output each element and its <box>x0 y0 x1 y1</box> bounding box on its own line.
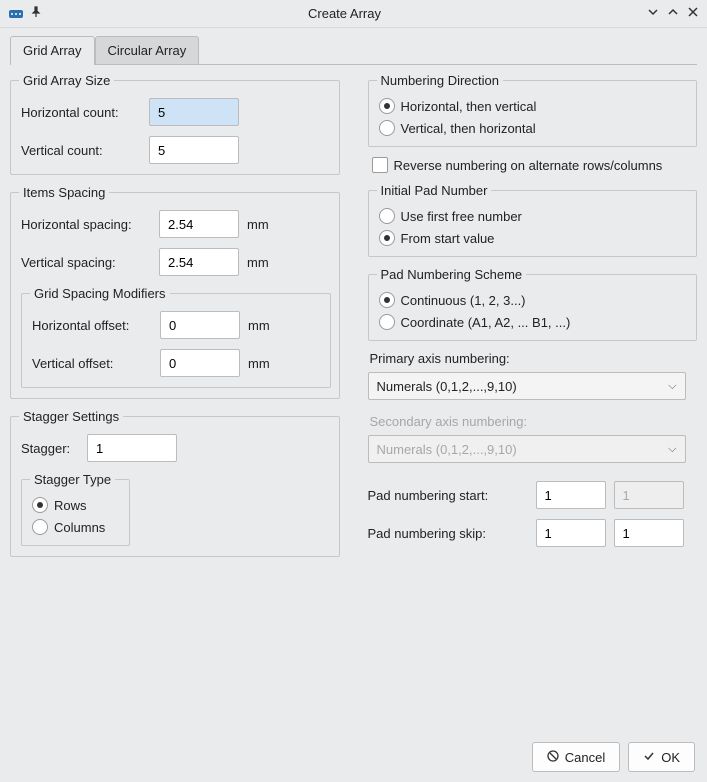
input-start-2 <box>614 481 684 509</box>
radio-icon <box>379 120 395 136</box>
radio-horizontal-then-vertical[interactable]: Horizontal, then vertical <box>379 98 689 114</box>
tab-grid-array[interactable]: Grid Array <box>10 36 95 64</box>
radio-icon <box>379 208 395 224</box>
group-initial-pad-number: Initial Pad Number Use first free number… <box>368 183 698 257</box>
select-secondary-axis: Numerals (0,1,2,...,9,10) ⌵ <box>368 435 686 463</box>
legend-initial-pad-number: Initial Pad Number <box>377 183 492 198</box>
label-pad-numbering-start: Pad numbering start: <box>368 488 528 503</box>
select-primary-value: Numerals (0,1,2,...,9,10) <box>377 379 517 394</box>
input-start-1[interactable] <box>536 481 606 509</box>
checkbox-label-reverse: Reverse numbering on alternate rows/colu… <box>394 158 663 173</box>
input-skip-2[interactable] <box>614 519 684 547</box>
label-primary-axis: Primary axis numbering: <box>370 351 698 366</box>
unit-h-offset: mm <box>248 318 278 333</box>
input-skip-1[interactable] <box>536 519 606 547</box>
cancel-button[interactable]: Cancel <box>532 742 620 772</box>
label-horizontal-count: Horizontal count: <box>21 105 141 120</box>
check-icon <box>643 750 655 765</box>
radio-vertical-then-horizontal[interactable]: Vertical, then horizontal <box>379 120 689 136</box>
radio-icon <box>379 230 395 246</box>
legend-spacing-modifiers: Grid Spacing Modifiers <box>30 286 170 301</box>
label-secondary-axis: Secondary axis numbering: <box>370 414 698 429</box>
legend-numbering-direction: Numbering Direction <box>377 73 504 88</box>
radio-stagger-rows[interactable]: Rows <box>32 497 115 513</box>
input-horizontal-offset[interactable] <box>160 311 240 339</box>
legend-items-spacing: Items Spacing <box>19 185 109 200</box>
radio-label-first-free: Use first free number <box>401 209 522 224</box>
label-vertical-spacing: Vertical spacing: <box>21 255 151 270</box>
window-title: Create Array <box>42 6 647 21</box>
legend-stagger-settings: Stagger Settings <box>19 409 123 424</box>
input-stagger[interactable] <box>87 434 177 462</box>
input-vertical-count[interactable] <box>149 136 239 164</box>
group-stagger-settings: Stagger Settings Stagger: Stagger Type R… <box>10 409 340 557</box>
tab-bar: Grid Array Circular Array <box>10 36 697 65</box>
radio-icon <box>379 314 395 330</box>
radio-label-continuous: Continuous (1, 2, 3...) <box>401 293 526 308</box>
group-grid-array-size: Grid Array Size Horizontal count: Vertic… <box>10 73 340 175</box>
chevron-down-icon: ⌵ <box>668 380 676 393</box>
cancel-icon <box>547 750 559 765</box>
cancel-label: Cancel <box>565 750 605 765</box>
input-horizontal-spacing[interactable] <box>159 210 239 238</box>
group-items-spacing: Items Spacing Horizontal spacing: mm Ver… <box>10 185 340 399</box>
tab-circular-array[interactable]: Circular Array <box>95 36 200 64</box>
unit-h-spacing: mm <box>247 217 277 232</box>
label-vertical-count: Vertical count: <box>21 143 141 158</box>
group-spacing-modifiers: Grid Spacing Modifiers Horizontal offset… <box>21 286 331 388</box>
select-primary-axis[interactable]: Numerals (0,1,2,...,9,10) ⌵ <box>368 372 686 400</box>
radio-label-from-start: From start value <box>401 231 495 246</box>
group-numbering-direction: Numbering Direction Horizontal, then ver… <box>368 73 698 147</box>
group-stagger-type: Stagger Type Rows Columns <box>21 472 130 546</box>
minimize-icon[interactable] <box>647 6 659 21</box>
radio-stagger-columns[interactable]: Columns <box>32 519 115 535</box>
radio-from-start-value[interactable]: From start value <box>379 230 689 246</box>
label-stagger: Stagger: <box>21 441 79 456</box>
radio-label-coordinate: Coordinate (A1, A2, ... B1, ...) <box>401 315 571 330</box>
label-pad-numbering-skip: Pad numbering skip: <box>368 526 528 541</box>
unit-v-offset: mm <box>248 356 278 371</box>
group-pad-numbering-scheme: Pad Numbering Scheme Continuous (1, 2, 3… <box>368 267 698 341</box>
legend-pad-numbering-scheme: Pad Numbering Scheme <box>377 267 527 282</box>
radio-scheme-coordinate[interactable]: Coordinate (A1, A2, ... B1, ...) <box>379 314 689 330</box>
unit-v-spacing: mm <box>247 255 277 270</box>
pin-icon[interactable] <box>30 6 42 21</box>
select-secondary-value: Numerals (0,1,2,...,9,10) <box>377 442 517 457</box>
radio-label-rows: Rows <box>54 498 87 513</box>
checkbox-reverse-numbering[interactable]: Reverse numbering on alternate rows/colu… <box>372 157 698 173</box>
radio-label-columns: Columns <box>54 520 105 535</box>
ok-button[interactable]: OK <box>628 742 695 772</box>
radio-icon <box>379 98 395 114</box>
input-vertical-spacing[interactable] <box>159 248 239 276</box>
checkbox-icon <box>372 157 388 173</box>
close-icon[interactable] <box>687 6 699 21</box>
legend-stagger-type: Stagger Type <box>30 472 115 487</box>
radio-icon <box>32 519 48 535</box>
legend-grid-array-size: Grid Array Size <box>19 73 114 88</box>
ok-label: OK <box>661 750 680 765</box>
label-horizontal-offset: Horizontal offset: <box>32 318 152 333</box>
radio-label-hv: Horizontal, then vertical <box>401 99 537 114</box>
input-vertical-offset[interactable] <box>160 349 240 377</box>
radio-icon <box>379 292 395 308</box>
radio-label-vh: Vertical, then horizontal <box>401 121 536 136</box>
input-horizontal-count[interactable] <box>149 98 239 126</box>
radio-icon <box>32 497 48 513</box>
chevron-down-icon: ⌵ <box>668 443 676 456</box>
label-horizontal-spacing: Horizontal spacing: <box>21 217 151 232</box>
app-icon <box>8 6 24 22</box>
maximize-icon[interactable] <box>667 6 679 21</box>
radio-use-first-free[interactable]: Use first free number <box>379 208 689 224</box>
radio-scheme-continuous[interactable]: Continuous (1, 2, 3...) <box>379 292 689 308</box>
label-vertical-offset: Vertical offset: <box>32 356 152 371</box>
titlebar: Create Array <box>0 0 707 28</box>
